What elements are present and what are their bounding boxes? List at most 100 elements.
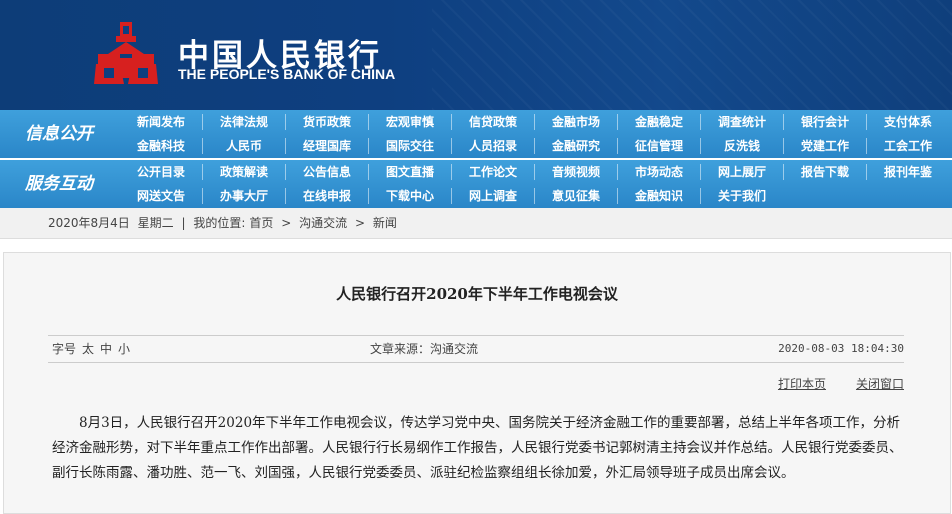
nav-service-interaction: 服务互动 公开目录 政策解读 公告信息 图文直播 工作论文 音频视频 市场动态 网上展厅 报告下… <box>0 160 952 208</box>
nav-divider <box>368 114 369 130</box>
nav-divider <box>202 164 203 180</box>
nav-info-disclosure: 信息公开 新闻发布 法律法规 货币政策 宏观审慎 信贷政策 金融市场 金融稳定 调查统计 银行会… <box>0 110 952 158</box>
breadcrumb-arrow: > <box>281 216 292 230</box>
main-navigation: 信息公开 新闻发布 法律法规 货币政策 宏观审慎 信贷政策 金融市场 金融稳定 调查统计 银行会… <box>0 110 952 208</box>
nav-item[interactable]: 公告信息 <box>286 160 368 184</box>
font-size-label: 字号 <box>52 342 77 356</box>
nav-divider <box>202 114 203 130</box>
nav-item[interactable]: 党建工作 <box>784 134 866 158</box>
nav-item[interactable]: 网送文告 <box>120 184 202 208</box>
nav-item[interactable]: 人员招录 <box>452 134 534 158</box>
nav-item[interactable]: 图文直播 <box>369 160 451 184</box>
nav-divider <box>368 164 369 180</box>
nav-item[interactable]: 征信管理 <box>618 134 700 158</box>
nav-divider <box>700 114 701 130</box>
nav-item[interactable]: 银行会计 <box>784 110 866 134</box>
nav-divider <box>368 138 369 154</box>
current-date: 2020年8月4日 <box>48 216 130 230</box>
nav-item[interactable]: 宏观审慎 <box>369 110 451 134</box>
nav-info-title[interactable]: 信息公开 <box>0 110 118 158</box>
breadcrumb-bar: 2020年8月4日 星期二 | 我的位置: 首页 > 沟通交流 > 新闻 <box>0 208 952 239</box>
nav-item[interactable]: 金融科技 <box>120 134 202 158</box>
pboc-emblem-icon <box>94 22 158 84</box>
nav-item[interactable]: 货币政策 <box>286 110 368 134</box>
nav-divider <box>451 188 452 204</box>
nav-item[interactable]: 意见征集 <box>535 184 617 208</box>
nav-info-row-1: 新闻发布 法律法规 货币政策 宏观审慎 信贷政策 金融市场 金融稳定 调查统计 银行会计 支付体系 <box>120 110 952 134</box>
nav-item[interactable]: 公开目录 <box>120 160 202 184</box>
nav-divider <box>617 188 618 204</box>
nav-divider <box>700 164 701 180</box>
nav-divider <box>285 114 286 130</box>
nav-divider <box>783 114 784 130</box>
nav-item[interactable]: 关于我们 <box>701 184 783 208</box>
nav-item[interactable]: 信贷政策 <box>452 110 534 134</box>
article-title: 人民银行召开2020年下半年工作电视会议 <box>336 285 618 303</box>
nav-service-row-1: 公开目录 政策解读 公告信息 图文直播 工作论文 音频视频 市场动态 网上展厅 报告下载 报刊年鉴 <box>120 160 952 184</box>
nav-item[interactable]: 工会工作 <box>867 134 949 158</box>
nav-item[interactable]: 人民币 <box>203 134 285 158</box>
breadcrumb-page-link[interactable]: 新闻 <box>373 216 397 230</box>
nav-divider <box>451 164 452 180</box>
article-source: 文章来源：沟通交流 <box>370 342 479 356</box>
nav-item[interactable]: 网上调查 <box>452 184 534 208</box>
nav-item[interactable]: 法律法规 <box>203 110 285 134</box>
font-size-large[interactable]: 太 <box>82 342 94 356</box>
breadcrumb-arrow: > <box>354 216 366 230</box>
nav-item[interactable]: 市场动态 <box>618 160 700 184</box>
article-actions: 打印本页 关闭窗口 <box>748 375 904 392</box>
nav-divider <box>866 138 867 154</box>
breadcrumb-section-link[interactable]: 沟通交流 <box>299 216 347 230</box>
banner-decoration <box>432 0 952 110</box>
nav-item[interactable]: 金融知识 <box>618 184 700 208</box>
font-size-switcher: 字号太中小 <box>52 336 130 362</box>
nav-divider <box>202 138 203 154</box>
current-weekday: 星期二 <box>137 216 174 230</box>
nav-item[interactable]: 在线申报 <box>286 184 368 208</box>
nav-service-row-2: 网送文告 办事大厅 在线申报 下载中心 网上调查 意见征集 金融知识 关于我们 <box>120 184 952 208</box>
nav-item[interactable]: 新闻发布 <box>120 110 202 134</box>
breadcrumb: 2020年8月4日 星期二 | 我的位置: 首页 > 沟通交流 > 新闻 <box>48 208 401 238</box>
nav-service-grid: 公开目录 政策解读 公告信息 图文直播 工作论文 音频视频 市场动态 网上展厅 报告下载 报刊年鉴… <box>120 160 952 208</box>
nav-divider <box>451 138 452 154</box>
nav-divider <box>202 188 203 204</box>
nav-service-title[interactable]: 服务互动 <box>0 160 118 208</box>
nav-item[interactable]: 下载中心 <box>369 184 451 208</box>
nav-item[interactable]: 调查统计 <box>701 110 783 134</box>
nav-item[interactable]: 经理国库 <box>286 134 368 158</box>
nav-divider <box>534 138 535 154</box>
nav-divider <box>285 188 286 204</box>
nav-item[interactable]: 音频视频 <box>535 160 617 184</box>
location-label: 我的位置: <box>193 216 246 230</box>
nav-divider <box>285 138 286 154</box>
font-size-small[interactable]: 小 <box>118 342 130 356</box>
close-window-link[interactable]: 关闭窗口 <box>856 377 904 391</box>
font-size-medium[interactable]: 中 <box>100 342 112 356</box>
nav-divider <box>783 138 784 154</box>
nav-divider <box>451 114 452 130</box>
nav-divider <box>617 138 618 154</box>
nav-item[interactable]: 报告下载 <box>784 160 866 184</box>
nav-item[interactable]: 网上展厅 <box>701 160 783 184</box>
nav-item[interactable]: 反洗钱 <box>701 134 783 158</box>
breadcrumb-divider: | <box>181 216 186 230</box>
nav-info-row-2: 金融科技 人民币 经理国库 国际交往 人员招录 金融研究 征信管理 反洗钱 党建工作 工会工作 <box>120 134 952 158</box>
nav-item[interactable]: 金融稳定 <box>618 110 700 134</box>
nav-item[interactable]: 金融研究 <box>535 134 617 158</box>
nav-item[interactable]: 政策解读 <box>203 160 285 184</box>
nav-item[interactable]: 国际交往 <box>369 134 451 158</box>
print-page-link[interactable]: 打印本页 <box>778 377 826 391</box>
bank-name-english: THE PEOPLE'S BANK OF CHINA <box>178 66 396 82</box>
nav-info-grid: 新闻发布 法律法规 货币政策 宏观审慎 信贷政策 金融市场 金融稳定 调查统计 银行会计 支付体系… <box>120 110 952 158</box>
nav-item[interactable]: 金融市场 <box>535 110 617 134</box>
nav-item[interactable]: 报刊年鉴 <box>867 160 949 184</box>
nav-item[interactable]: 办事大厅 <box>203 184 285 208</box>
nav-item[interactable]: 支付体系 <box>867 110 949 134</box>
nav-divider <box>534 164 535 180</box>
nav-divider <box>368 188 369 204</box>
nav-divider <box>534 188 535 204</box>
breadcrumb-home-link[interactable]: 首页 <box>249 216 273 230</box>
header-banner: 中国人民银行 THE PEOPLE'S BANK OF CHINA <box>0 0 952 110</box>
nav-item[interactable]: 工作论文 <box>452 160 534 184</box>
nav-divider <box>617 114 618 130</box>
